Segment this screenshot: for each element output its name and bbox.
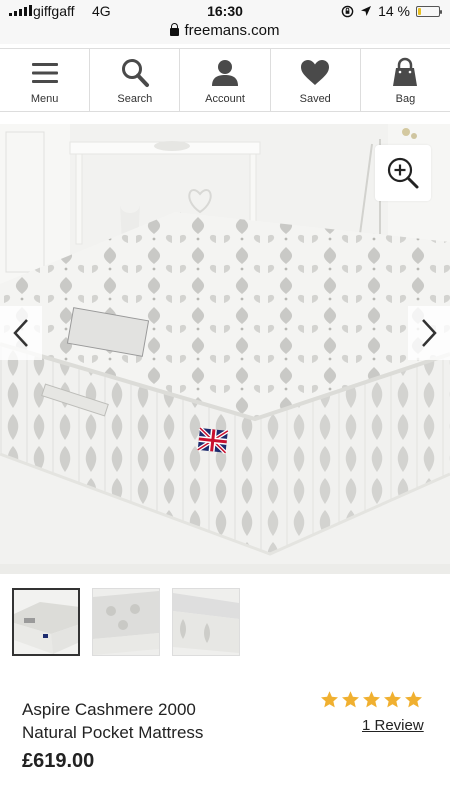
heart-icon: [301, 60, 330, 85]
url-text: freemans.com: [184, 22, 280, 39]
zoom-in-icon: [387, 157, 419, 189]
nav-account-label: Account: [205, 93, 245, 105]
status-bar: giffgaff 4G 16:30 14 %: [0, 0, 450, 22]
star-icon: [363, 691, 380, 708]
product-title-line-2: Natural Pocket Mattress: [22, 723, 204, 742]
nav-menu[interactable]: Menu: [0, 49, 91, 111]
thumbnail-1[interactable]: [12, 588, 80, 656]
zoom-button[interactable]: [375, 145, 431, 201]
thumbnail-3[interactable]: [172, 588, 240, 656]
bag-icon: [393, 57, 418, 86]
account-icon: [212, 60, 238, 86]
previous-image-button[interactable]: [0, 306, 42, 360]
battery-percent: 14 %: [378, 3, 410, 19]
menu-icon: [31, 63, 58, 83]
thumbnail-image: [93, 589, 159, 655]
lock-icon: [170, 23, 180, 36]
nav-menu-label: Menu: [30, 93, 59, 105]
orientation-lock-icon: [341, 5, 354, 17]
nav-saved-label: Saved: [299, 93, 331, 105]
product-title-line-1: Aspire Cashmere 2000: [22, 700, 196, 719]
thumbnail-2[interactable]: [92, 588, 160, 656]
nav-search-label: Search: [117, 93, 153, 105]
thumbnail-strip: [12, 588, 240, 656]
nav-account[interactable]: Account: [180, 49, 271, 111]
thumbnail-image: [173, 589, 239, 655]
location-icon: [361, 6, 372, 16]
product-title: Aspire Cashmere 2000 Natural Pocket Matt…: [22, 698, 282, 744]
next-image-button[interactable]: [408, 306, 450, 360]
star-icon: [321, 691, 338, 708]
nav-bag-label: Bag: [395, 93, 416, 105]
nav-saved[interactable]: Saved: [271, 49, 361, 111]
thumbnail-image: [14, 590, 78, 654]
star-rating: [320, 690, 423, 709]
chevron-right-icon: [422, 319, 437, 347]
battery-icon: [416, 5, 442, 17]
search-icon: [121, 59, 149, 87]
nav-bag[interactable]: Bag: [361, 49, 450, 111]
star-icon: [342, 691, 359, 708]
chevron-left-icon: [13, 319, 28, 347]
star-icon: [405, 691, 422, 708]
address-bar[interactable]: freemans.com: [0, 22, 450, 44]
reviews-link[interactable]: 1 Review: [362, 717, 424, 734]
nav-search[interactable]: Search: [90, 49, 181, 111]
site-navigation: Menu Search Account Saved Bag: [0, 48, 450, 112]
battery-level-fill: [418, 7, 421, 15]
product-price: £619.00: [22, 750, 95, 772]
star-icon: [384, 691, 401, 708]
